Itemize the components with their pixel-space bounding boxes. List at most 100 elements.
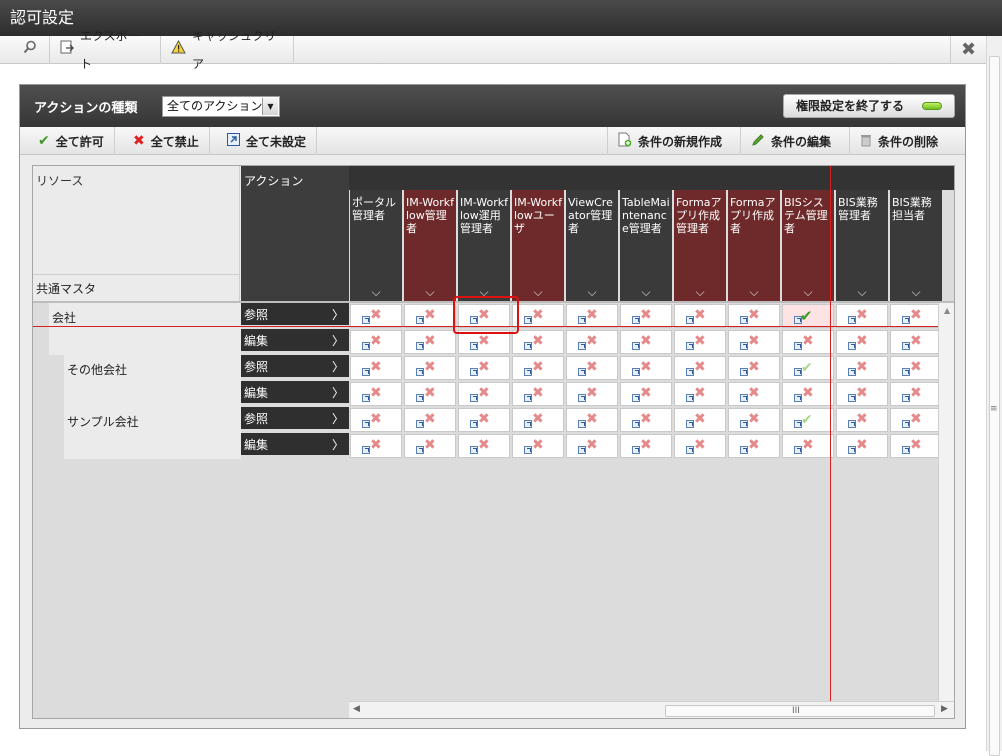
chevron-down-icon[interactable]: ⌵ xyxy=(404,286,456,299)
permission-cell[interactable]: ✖ xyxy=(890,304,942,328)
permission-cell[interactable]: ✖ xyxy=(620,356,672,380)
permission-cell[interactable]: ✖ xyxy=(890,330,942,354)
grid-horizontal-scrollbar[interactable]: ◀ III ▶ xyxy=(349,701,954,718)
permission-cell[interactable]: ✔ xyxy=(782,408,834,432)
permission-cell[interactable]: ✖ xyxy=(674,408,726,432)
permission-cell[interactable]: ✖ xyxy=(404,304,456,328)
permission-cell[interactable]: ✖ xyxy=(620,408,672,432)
permission-cell[interactable]: ✖ xyxy=(458,382,510,406)
end-permission-button[interactable]: 権限設定を終了する xyxy=(783,94,955,118)
role-header[interactable]: Formaアプリ作成管理者 ⌵ xyxy=(674,190,726,301)
permission-cell[interactable]: ✖ xyxy=(566,356,618,380)
permission-cell[interactable]: ✖ xyxy=(782,330,834,354)
permission-cell[interactable]: ✖ xyxy=(620,382,672,406)
role-header[interactable]: IM-Workflow運用管理者 ⌵ xyxy=(458,190,510,301)
permission-cell[interactable]: ✖ xyxy=(350,382,402,406)
resource-item[interactable]: 会社 xyxy=(49,303,241,355)
export-button[interactable]: エクスポート xyxy=(50,29,161,71)
action-item[interactable]: 編集 〉 xyxy=(241,433,349,457)
permission-cell[interactable]: ✖ xyxy=(404,434,456,458)
resource-item[interactable]: その他会社 xyxy=(64,355,241,407)
permission-cell[interactable]: ✖ xyxy=(404,382,456,406)
action-item[interactable]: 編集 〉 xyxy=(241,381,349,405)
unset-all-button[interactable]: 全て未設定 xyxy=(217,127,318,155)
chevron-down-icon[interactable]: ⌵ xyxy=(566,286,618,299)
permission-cell[interactable]: ✖ xyxy=(674,304,726,328)
permission-cell[interactable]: ✖ xyxy=(512,408,564,432)
permission-cell[interactable]: ✖ xyxy=(620,330,672,354)
permission-cell[interactable]: ✖ xyxy=(728,408,780,432)
chevron-down-icon[interactable]: ⌵ xyxy=(350,286,402,299)
chevron-down-icon[interactable]: ⌵ xyxy=(782,286,834,299)
permission-cell[interactable]: ✖ xyxy=(620,304,672,328)
permission-cell[interactable]: ✖ xyxy=(836,330,888,354)
permission-cell[interactable]: ✖ xyxy=(512,330,564,354)
permission-cell[interactable]: ✖ xyxy=(836,434,888,458)
permission-cell[interactable]: ✖ xyxy=(404,330,456,354)
role-header[interactable]: IM-Workflow管理者 ⌵ xyxy=(404,190,456,301)
permission-cell[interactable]: ✖ xyxy=(728,382,780,406)
permission-cell[interactable]: ✖ xyxy=(404,356,456,380)
new-condition-button[interactable]: 条件の新規作成 xyxy=(607,127,732,155)
permission-cell[interactable]: ✖ xyxy=(350,304,402,328)
action-item[interactable]: 参照 〉 xyxy=(241,303,349,327)
page-scrollbar[interactable]: ≡ xyxy=(986,36,1002,756)
permission-cell[interactable]: ✖ xyxy=(566,408,618,432)
permission-cell[interactable]: ✖ xyxy=(512,434,564,458)
permission-cell[interactable]: ✖ xyxy=(350,330,402,354)
role-header[interactable]: TableMaintenance管理者 ⌵ xyxy=(620,190,672,301)
action-item[interactable]: 編集 〉 xyxy=(241,329,349,353)
cache-clear-button[interactable]: キャッシュクリア xyxy=(161,29,294,71)
permission-cell[interactable]: ✖ xyxy=(404,408,456,432)
deny-all-button[interactable]: ✖ 全て禁止 xyxy=(123,127,210,155)
permission-cell[interactable]: ✖ xyxy=(890,356,942,380)
permission-cell[interactable]: ✖ xyxy=(890,408,942,432)
permission-cell[interactable]: ✖ xyxy=(782,434,834,458)
permission-cell[interactable]: ✖ xyxy=(566,330,618,354)
scroll-up-icon[interactable]: ▲ xyxy=(944,306,950,315)
permission-cell[interactable]: ✖ xyxy=(512,304,564,328)
permission-cell[interactable]: ✖ xyxy=(566,434,618,458)
search-button[interactable] xyxy=(10,36,50,64)
permission-cell[interactable]: ✖ xyxy=(674,434,726,458)
grid-vertical-scrollbar[interactable]: ▲ xyxy=(938,303,954,701)
permission-cell[interactable]: ✖ xyxy=(512,382,564,406)
action-item[interactable]: 参照 〉 xyxy=(241,407,349,431)
grid-scrollbar-thumb[interactable]: III xyxy=(665,705,935,717)
permission-cell[interactable]: ✔ xyxy=(782,304,834,328)
allow-all-button[interactable]: ✔ 全て許可 xyxy=(28,127,115,155)
permission-cell[interactable]: ✖ xyxy=(566,304,618,328)
permission-cell[interactable]: ✖ xyxy=(890,434,942,458)
edit-condition-button[interactable]: 条件の編集 xyxy=(740,127,841,155)
permission-cell[interactable]: ✖ xyxy=(458,356,510,380)
scroll-right-icon[interactable]: ▶ xyxy=(941,704,948,714)
permission-cell[interactable]: ✖ xyxy=(836,408,888,432)
delete-condition-button[interactable]: 条件の削除 xyxy=(849,127,948,155)
chevron-down-icon[interactable]: ⌵ xyxy=(890,286,942,299)
permission-cell[interactable]: ✖ xyxy=(836,304,888,328)
chevron-down-icon[interactable]: ⌵ xyxy=(836,286,888,299)
action-type-select[interactable]: 全てのアクション ▼ xyxy=(162,96,280,117)
scroll-left-icon[interactable]: ◀ xyxy=(353,704,360,714)
permission-cell[interactable]: ✖ xyxy=(728,330,780,354)
permission-cell[interactable]: ✖ xyxy=(458,408,510,432)
permission-cell[interactable]: ✖ xyxy=(890,382,942,406)
permission-cell[interactable]: ✖ xyxy=(566,382,618,406)
close-button[interactable]: ✖ xyxy=(950,36,986,64)
permission-cell[interactable]: ✖ xyxy=(458,434,510,458)
permission-cell[interactable]: ✖ xyxy=(728,434,780,458)
permission-cell[interactable]: ✖ xyxy=(674,382,726,406)
role-header[interactable]: BIS業務管理者 ⌵ xyxy=(836,190,888,301)
permission-cell[interactable]: ✖ xyxy=(350,408,402,432)
role-header[interactable]: BISシステム管理者 ⌵ xyxy=(782,190,834,301)
resource-item[interactable]: サンプル会社 xyxy=(64,407,241,459)
permission-cell[interactable]: ✖ xyxy=(350,356,402,380)
role-header[interactable]: ポータル管理者 ⌵ xyxy=(350,190,402,301)
permission-cell[interactable]: ✔ xyxy=(782,356,834,380)
chevron-down-icon[interactable]: ⌵ xyxy=(620,286,672,299)
role-header[interactable]: ViewCreator管理者 ⌵ xyxy=(566,190,618,301)
permission-cell[interactable]: ✖ xyxy=(836,382,888,406)
role-header[interactable]: Formaアプリ作成者 ⌵ xyxy=(728,190,780,301)
permission-cell[interactable]: ✖ xyxy=(728,356,780,380)
chevron-down-icon[interactable]: ⌵ xyxy=(512,286,564,299)
